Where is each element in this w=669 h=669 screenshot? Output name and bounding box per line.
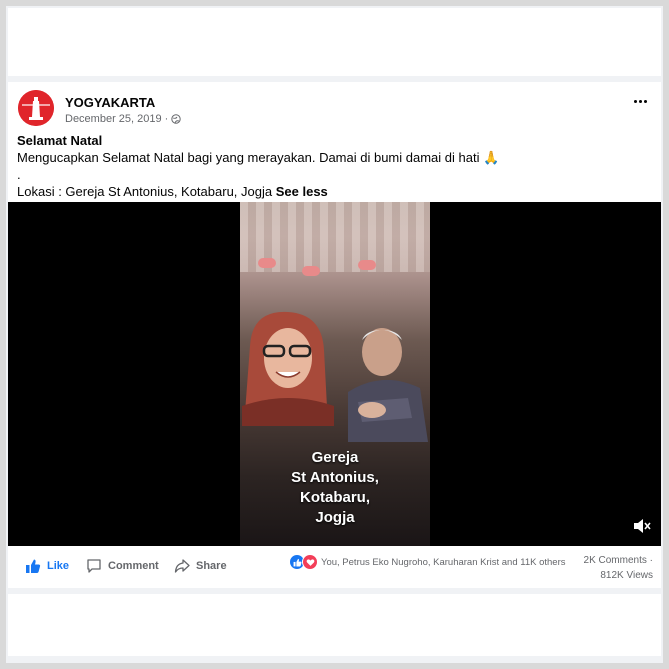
more-options-button[interactable]: [629, 94, 651, 108]
video-lamp: [258, 258, 276, 268]
caption-line: Gereja: [311, 449, 359, 466]
caption-line: Jogja: [315, 509, 355, 526]
previous-post-card: [8, 8, 661, 76]
love-reaction-icon: [302, 554, 318, 570]
post-body-line: .: [17, 167, 21, 182]
post-date[interactable]: December 25, 2019: [65, 113, 162, 125]
post-body-location: Lokasi : Gereja St Antonius, Kotabaru, J…: [17, 183, 647, 200]
see-less-link[interactable]: See less: [276, 184, 328, 199]
comments-count-text: 2K Comments: [583, 555, 647, 566]
video-person-woman: [242, 311, 334, 426]
post-meta: December 25, 2019 ·: [65, 113, 181, 125]
post-body-line: Mengucapkan Selamat Natal bagi yang mera…: [17, 150, 500, 165]
reactions-summary[interactable]: You, Petrus Eko Nugroho, Karuharan Krist…: [289, 554, 566, 570]
comments-count[interactable]: 2K Comments ·: [584, 555, 653, 566]
video-lamp: [358, 260, 376, 270]
monument-logo-icon: [18, 90, 54, 126]
meta-separator: ·: [164, 113, 169, 125]
post-card: YOGYAKARTA December 25, 2019 · Selamat N…: [8, 82, 661, 588]
volume-muted-icon[interactable]: [633, 518, 651, 534]
share-button[interactable]: Share: [174, 558, 227, 574]
post-actions: Like Comment Share You, Petrus Eko Nugro…: [8, 550, 661, 586]
video-lamp: [302, 266, 320, 276]
comment-icon: [87, 559, 101, 573]
video-player[interactable]: Gereja St Antonius, Kotabaru, Jogja: [8, 202, 661, 546]
dot-icon: [643, 99, 647, 103]
location-text: Lokasi : Gereja St Antonius, Kotabaru, J…: [17, 184, 273, 199]
thumbs-up-icon: [26, 559, 41, 573]
share-icon: [174, 559, 190, 573]
comment-button[interactable]: Comment: [86, 558, 159, 574]
dot-icon: [633, 99, 637, 103]
next-post-card: [8, 594, 661, 656]
stats-separator: ·: [649, 555, 653, 566]
page-name[interactable]: YOGYAKARTA: [65, 95, 155, 110]
like-label: Like: [47, 560, 70, 572]
post-title: Selamat Natal: [17, 133, 103, 148]
like-button[interactable]: Like: [25, 558, 69, 574]
reactions-text: You, Petrus Eko Nugroho, Karuharan Krist…: [321, 556, 566, 568]
views-count: 812K Views: [600, 570, 653, 581]
video-person-man: [348, 328, 428, 442]
caption-line: St Antonius,: [291, 469, 379, 486]
page-avatar[interactable]: [18, 90, 54, 126]
post-text: Selamat Natal Mengucapkan Selamat Natal …: [17, 132, 647, 200]
globe-icon: [171, 114, 181, 124]
caption-line: Kotabaru,: [299, 489, 370, 506]
video-caption: Gereja St Antonius, Kotabaru, Jogja: [240, 448, 430, 528]
comment-label: Comment: [108, 560, 159, 572]
share-label: Share: [196, 560, 227, 572]
dot-icon: [638, 99, 642, 103]
